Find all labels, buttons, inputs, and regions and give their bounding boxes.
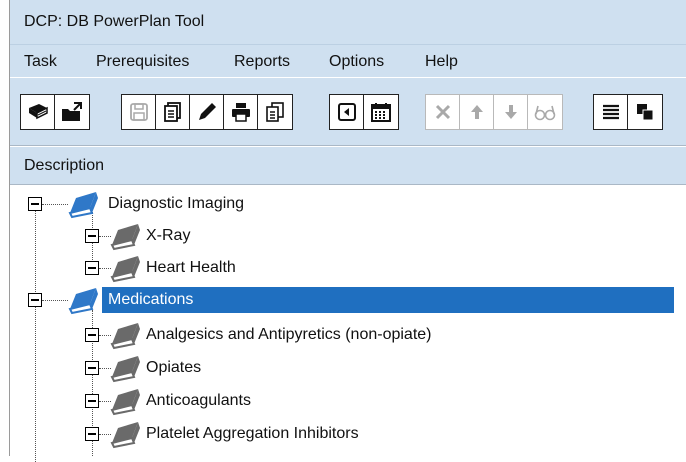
menu-task[interactable]: Task [24, 53, 57, 71]
tree-node-heart-health[interactable]: Heart Health [140, 255, 242, 281]
print-button[interactable] [224, 95, 258, 129]
cascade-windows-icon [637, 104, 654, 121]
app-window: DCP: DB PowerPlan Tool Task Prerequisite… [9, 0, 686, 462]
move-up-icon [470, 105, 483, 119]
import-file-button[interactable] [330, 95, 364, 129]
save-button[interactable] [122, 95, 156, 129]
book-icon [110, 356, 140, 383]
edit-pencil-icon [198, 103, 216, 120]
menu-help[interactable]: Help [425, 53, 458, 71]
toolbar-group-document [121, 94, 293, 130]
open-book-icon [28, 104, 48, 120]
calendar-button[interactable] [364, 95, 398, 129]
copy-pages-icon [266, 102, 284, 122]
move-down-icon [504, 105, 517, 119]
toolbar-group-view [593, 94, 663, 130]
menu-bar: Task Prerequisites Reports Options Help [10, 44, 686, 77]
column-header[interactable]: Description [10, 147, 686, 185]
menu-reports[interactable]: Reports [234, 53, 290, 71]
toolbar [10, 78, 686, 146]
collapse-toggle[interactable] [85, 427, 99, 441]
column-header-description: Description [24, 156, 105, 174]
collapse-toggle[interactable] [85, 361, 99, 375]
delete-button[interactable] [426, 95, 460, 129]
tree-node-x-ray[interactable]: X-Ray [140, 223, 196, 249]
import-file-icon [337, 103, 356, 121]
cascade-windows-button[interactable] [628, 95, 662, 129]
view-button[interactable] [528, 95, 562, 129]
book-icon [110, 224, 140, 251]
collapse-toggle[interactable] [85, 328, 99, 342]
collapse-toggle[interactable] [85, 229, 99, 243]
book-icon [110, 256, 140, 283]
tree-connector [42, 300, 68, 301]
book-icon-blue [68, 288, 98, 315]
book-icon-blue [68, 192, 98, 219]
toolbar-group-order [425, 94, 563, 130]
calendar-icon [371, 103, 391, 122]
import-folder-button[interactable] [55, 95, 89, 129]
tree-node-anticoagulants[interactable]: Anticoagulants [140, 388, 257, 414]
book-icon [110, 422, 140, 449]
tree-node-diagnostic-imaging[interactable]: Diagnostic Imaging [102, 191, 250, 217]
move-up-button[interactable] [460, 95, 494, 129]
save-icon [129, 103, 148, 121]
book-icon [110, 323, 140, 350]
delete-icon [435, 104, 450, 120]
print-icon [231, 103, 250, 122]
tree-connector [42, 204, 68, 205]
move-down-button[interactable] [494, 95, 528, 129]
collapse-toggle[interactable] [28, 293, 42, 307]
tree-node-opiates[interactable]: Opiates [140, 355, 207, 381]
list-view-button[interactable] [594, 95, 628, 129]
copy-pages-button[interactable] [258, 95, 292, 129]
title-bar: DCP: DB PowerPlan Tool [10, 0, 686, 44]
view-glasses-icon [534, 105, 556, 121]
edit-button[interactable] [190, 95, 224, 129]
tree-node-platelet-aggregation[interactable]: Platelet Aggregation Inhibitors [140, 421, 365, 447]
copy-document-icon [163, 102, 181, 122]
menu-prerequisites[interactable]: Prerequisites [96, 53, 189, 71]
collapse-toggle[interactable] [85, 261, 99, 275]
open-book-button[interactable] [21, 95, 55, 129]
copy-document-button[interactable] [156, 95, 190, 129]
collapse-toggle[interactable] [85, 394, 99, 408]
list-icon [602, 104, 619, 120]
menu-options[interactable]: Options [329, 53, 384, 71]
toolbar-group-schedule [329, 94, 399, 130]
tree-node-analgesics[interactable]: Analgesics and Antipyretics (non-opiate) [140, 322, 438, 348]
toolbar-group-file [20, 94, 90, 130]
tree-view[interactable]: Diagnostic Imaging X-Ray Heart Health Me… [10, 186, 686, 462]
collapse-toggle[interactable] [28, 197, 42, 211]
tree-connector [35, 202, 36, 462]
book-icon [110, 389, 140, 416]
tree-node-medications[interactable]: Medications [102, 287, 674, 313]
window-title: DCP: DB PowerPlan Tool [24, 13, 205, 30]
import-folder-icon [62, 102, 82, 121]
